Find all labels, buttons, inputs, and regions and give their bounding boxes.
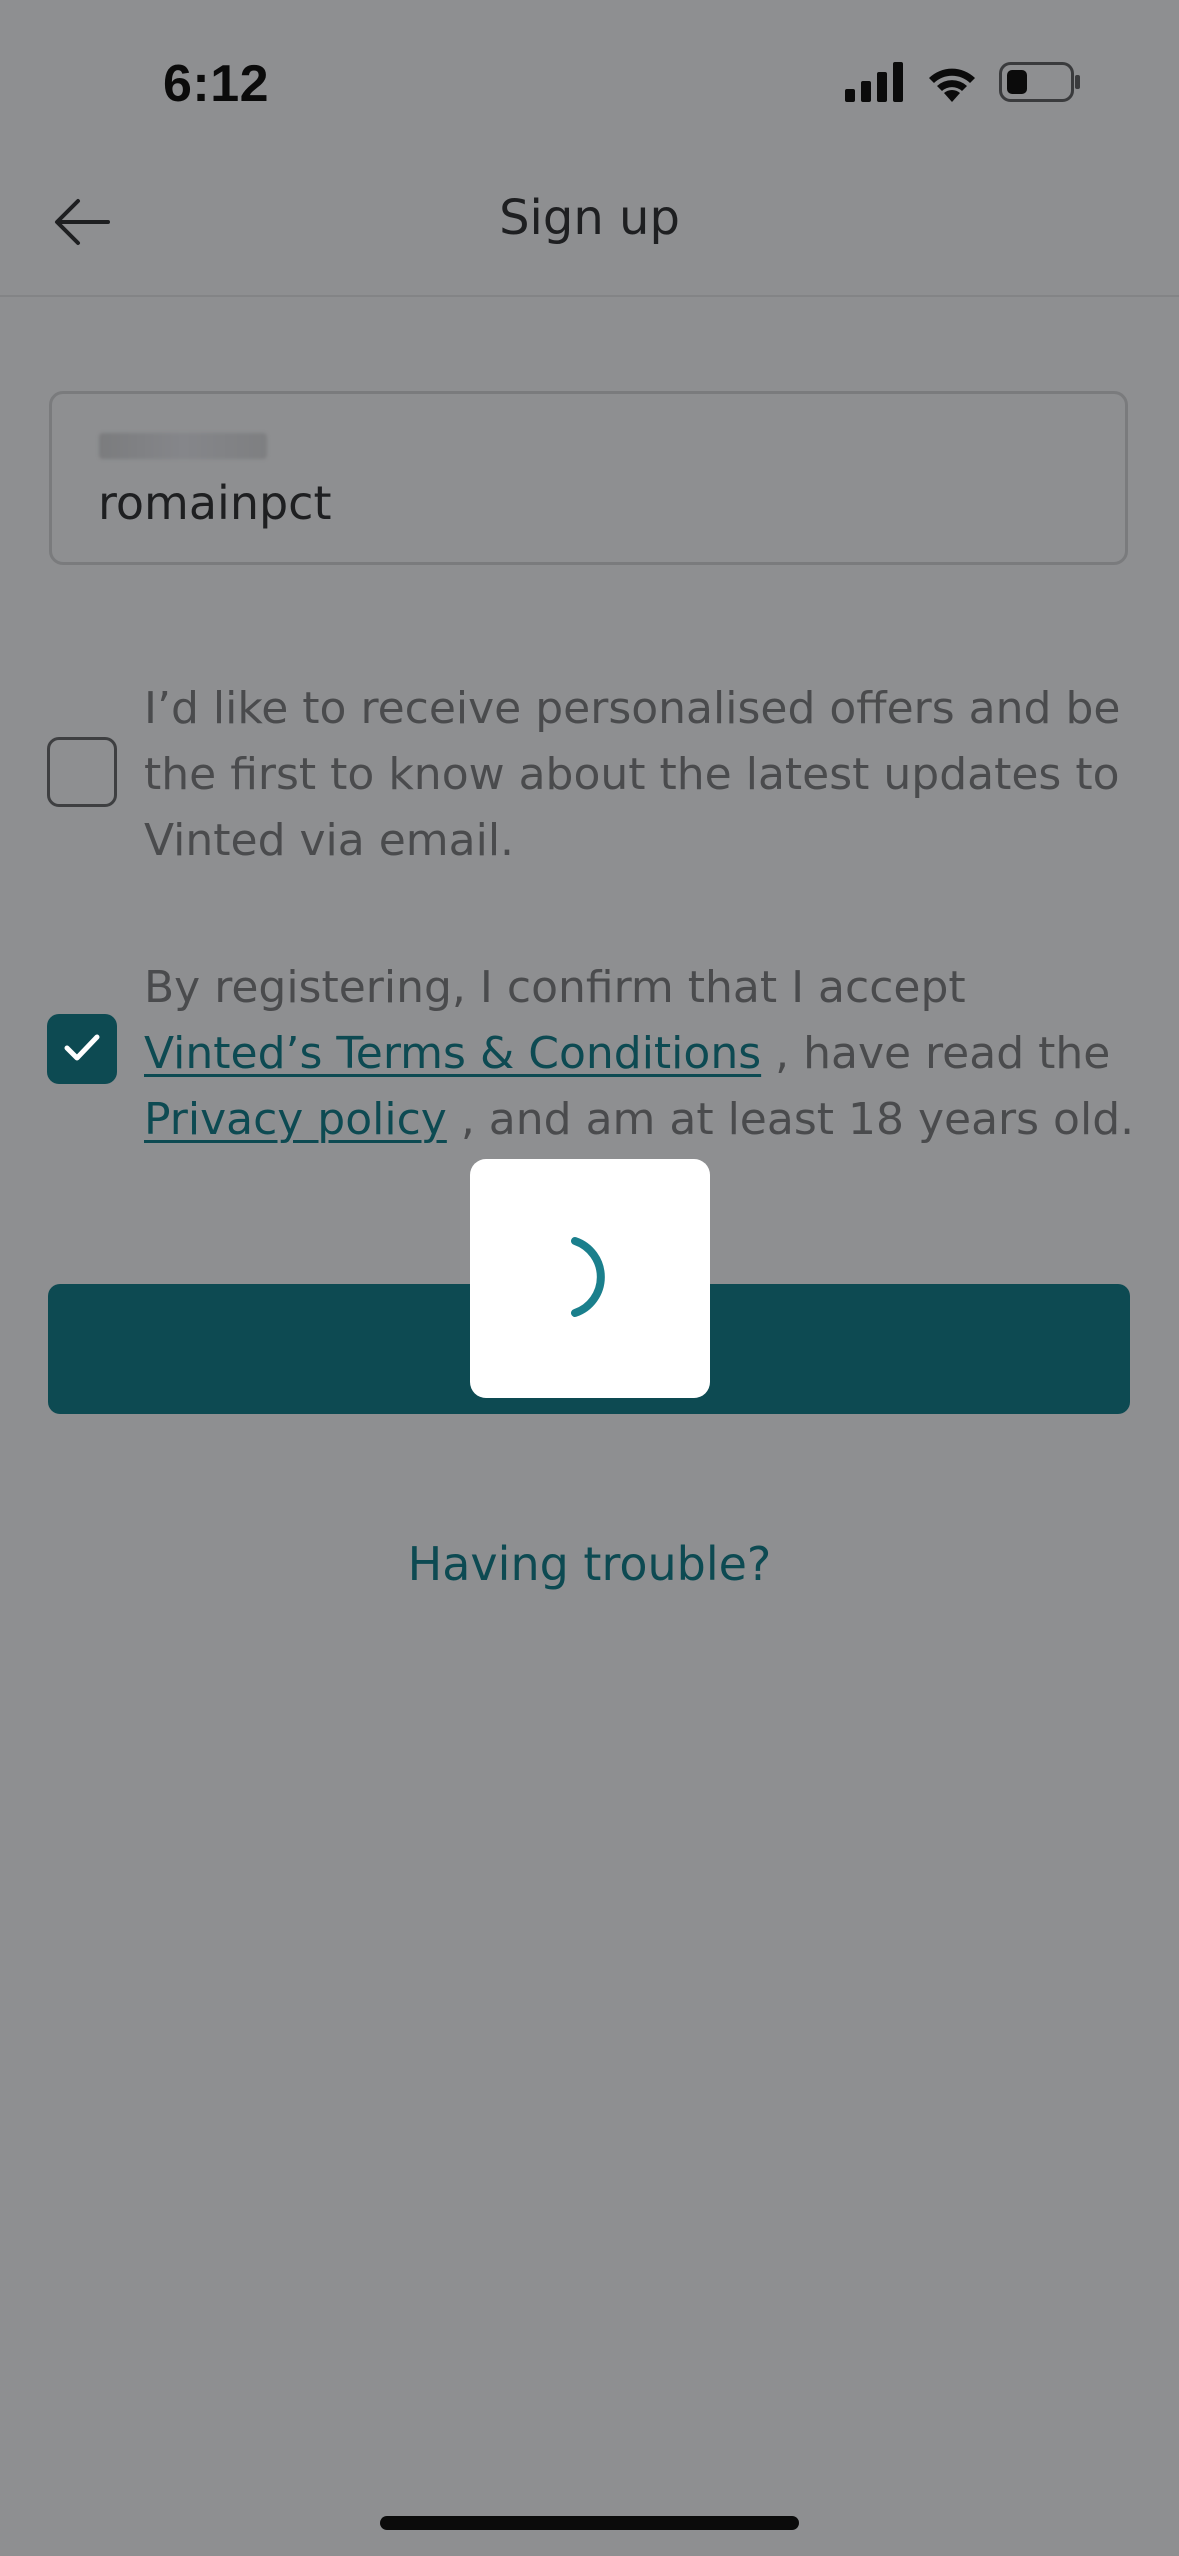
status-time: 6:12 (163, 55, 270, 113)
terms-text: By registering, I confirm that I accept … (144, 955, 1144, 1153)
cellular-signal-icon (845, 62, 905, 106)
username-field[interactable]: romainpct (49, 391, 1128, 565)
checkmark-icon (62, 1031, 102, 1067)
username-value: romainpct (98, 476, 332, 530)
terms-suffix: , and am at least 18 years old. (460, 1094, 1135, 1145)
offers-text: I’d like to receive personalised offers … (144, 683, 1121, 866)
status-bar: 6:12 (0, 0, 1179, 150)
terms-middle: , have read the (775, 1028, 1111, 1079)
status-icons (845, 62, 1081, 106)
spinner-icon (535, 1217, 645, 1341)
having-trouble-link[interactable]: Having trouble? (0, 1537, 1179, 1591)
battery-icon (999, 62, 1081, 106)
username-label-redacted (99, 433, 267, 459)
page-title: Sign up (499, 190, 680, 246)
terms-conditions-link[interactable]: Vinted’s Terms & Conditions (144, 1028, 761, 1079)
terms-prefix: By registering, I confirm that I accept (144, 962, 966, 1013)
header: Sign up (0, 150, 1179, 297)
privacy-policy-link[interactable]: Privacy policy (144, 1094, 447, 1145)
loading-indicator (470, 1159, 710, 1398)
offers-checkbox[interactable] (47, 737, 117, 807)
terms-checkbox[interactable] (47, 1014, 117, 1084)
home-indicator[interactable] (380, 2516, 799, 2530)
wifi-icon (925, 62, 979, 106)
